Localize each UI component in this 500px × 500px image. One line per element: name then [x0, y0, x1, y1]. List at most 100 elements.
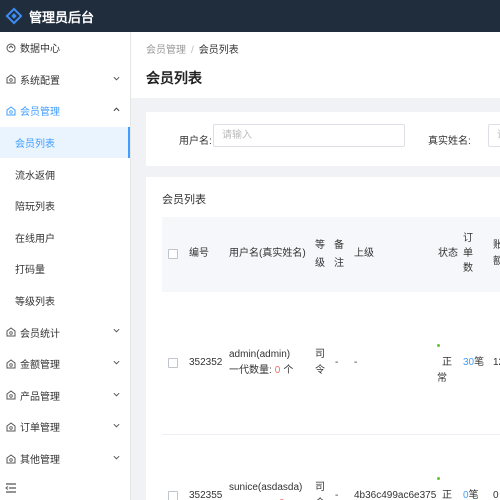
- sidebar-item-system-config[interactable]: 系统配置: [0, 64, 130, 96]
- header-remark-1: 备: [334, 240, 344, 251]
- list-title: 会员列表: [162, 194, 206, 206]
- header-account-2: 额: [493, 256, 500, 267]
- select-all-checkbox[interactable]: [168, 249, 178, 259]
- money-icon: [5, 358, 16, 369]
- sidebar-item-label: 金额管理: [20, 360, 60, 372]
- top-bar: 管理员后台: [0, 0, 500, 32]
- chevron-down-icon: [113, 392, 120, 397]
- table-row[interactable]: 352355 sunice(asdasda) 0 司 令 - 4b36c499a…: [162, 434, 500, 500]
- row-level-2: 令: [315, 365, 325, 376]
- breadcrumb: 会员管理 / 会员列表: [146, 41, 485, 56]
- row-parent: 4b36c499ac6e375: [354, 490, 437, 500]
- row-divider: [162, 434, 500, 435]
- sidebar-item-label: 数据中心: [20, 44, 60, 56]
- breadcrumb-parent[interactable]: 会员管理: [146, 45, 186, 56]
- first-gen-label: 一代数量:: [229, 365, 272, 376]
- row-first-gen: 一代数量: 0 个: [229, 364, 293, 378]
- username-input[interactable]: [213, 124, 405, 147]
- sidebar-item-member-management[interactable]: 会员管理: [0, 95, 130, 127]
- chevron-up-icon: [113, 107, 120, 112]
- sidebar-item-online-users[interactable]: 在线用户: [0, 222, 130, 254]
- header-orders-1: 订: [463, 233, 473, 244]
- header-level-1: 等: [315, 240, 325, 251]
- first-gen-count[interactable]: 0: [275, 365, 281, 376]
- sidebar-item-label: 系统配置: [20, 75, 60, 87]
- app-logo-icon: [5, 7, 23, 25]
- sidebar-item-commission[interactable]: 流水返佣: [0, 158, 130, 190]
- other-icon: [5, 453, 16, 464]
- product-icon: [5, 390, 16, 401]
- sidebar-item-label: 会员列表: [15, 139, 55, 151]
- sidebar-item-label: 其他管理: [20, 455, 60, 467]
- header-remark-2: 注: [334, 258, 344, 269]
- row-orders[interactable]: 0笔: [463, 489, 479, 500]
- sidebar-item-label: 会员统计: [20, 328, 60, 340]
- sidebar-item-label: 在线用户: [15, 233, 55, 245]
- settings-icon: [5, 74, 16, 85]
- sidebar-item-other-management[interactable]: 其他管理: [0, 443, 130, 475]
- username-label: 用户名:: [179, 136, 212, 147]
- sidebar-item-companion-list[interactable]: 陪玩列表: [0, 190, 130, 222]
- header-orders-2: 单: [463, 248, 473, 259]
- sidebar-item-member-stats[interactable]: 会员统计: [0, 316, 130, 348]
- status-dot: [437, 477, 440, 480]
- sidebar-item-label: 打码量: [15, 265, 45, 277]
- page-title: 会员列表: [146, 70, 202, 86]
- app-title: 管理员后台: [29, 9, 95, 25]
- sidebar-item-label: 等级列表: [15, 297, 55, 309]
- sidebar-item-label: 陪玩列表: [15, 202, 55, 214]
- sidebar-item-amount-management[interactable]: 金额管理: [0, 348, 130, 380]
- header-account-1: 账: [493, 240, 500, 251]
- sidebar: 数据中心 系统配置 会员管理 会员列表 流水返佣 陪玩列表 在线用户 打码量 等…: [0, 32, 131, 500]
- sidebar-item-member-list[interactable]: 会员列表: [0, 126, 130, 159]
- sidebar-item-label: 产品管理: [20, 391, 60, 403]
- header-status: 状态: [438, 248, 458, 259]
- row-status-1: 正: [442, 490, 452, 500]
- sidebar-item-order-management[interactable]: 订单管理: [0, 411, 130, 443]
- row-status-1: 正: [442, 357, 452, 368]
- header-username: 用户名(真实姓名): [229, 248, 306, 259]
- orders-unit: 笔: [474, 357, 485, 368]
- sidebar-item-data-center[interactable]: 数据中心: [0, 32, 130, 64]
- breadcrumb-current: 会员列表: [198, 45, 239, 56]
- row-level-1: 司: [315, 349, 325, 360]
- row-username: admin(admin): [229, 349, 291, 360]
- chevron-down-icon: [113, 329, 120, 333]
- row-id: 352352: [189, 357, 223, 368]
- row-orders[interactable]: 30笔: [463, 356, 484, 370]
- chevron-down-icon: [113, 76, 120, 81]
- row-checkbox[interactable]: [168, 358, 178, 368]
- chevron-down-icon: [113, 423, 120, 428]
- search-form: 用户名: 真实姓名:: [146, 112, 500, 166]
- sidebar-item-level-list[interactable]: 等级列表: [0, 285, 130, 317]
- chevron-down-icon: [113, 455, 120, 460]
- header-orders-3: 数: [463, 263, 473, 274]
- main-content: 会员管理 / 会员列表 会员列表 用户名: 真实姓名: 会员列表 编号 用户名(真实…: [131, 32, 500, 500]
- sidebar-item-product-management[interactable]: 产品管理: [0, 380, 130, 412]
- page-header: 会员管理 / 会员列表 会员列表: [131, 32, 500, 98]
- row-parent: -: [354, 357, 358, 368]
- row-username: sunice(asdasda): [229, 482, 303, 493]
- row-remark: -: [335, 357, 339, 368]
- breadcrumb-separator: /: [191, 45, 194, 56]
- row-checkbox[interactable]: [168, 491, 178, 500]
- row-id: 352355: [189, 490, 223, 500]
- first-gen-unit: 个: [283, 365, 294, 376]
- sidebar-item-betting-volume[interactable]: 打码量: [0, 253, 130, 285]
- dashboard-icon: [5, 42, 16, 53]
- row-account: 12: [493, 357, 500, 368]
- row-remark: -: [335, 490, 339, 500]
- realname-input[interactable]: [488, 124, 500, 147]
- table-row[interactable]: 352352 admin(admin) 一代数量: 0 个 司 令 - - 正 常 …: [162, 292, 500, 434]
- header-parent: 上级: [354, 248, 374, 259]
- orders-unit: 笔: [468, 490, 479, 500]
- realname-label: 真实姓名:: [428, 136, 471, 147]
- sidebar-item-label: 会员管理: [20, 107, 60, 119]
- status-dot: [437, 344, 440, 347]
- menu-collapse-icon[interactable]: [5, 482, 17, 494]
- sidebar-item-label: 流水返佣: [15, 170, 55, 182]
- orders-count[interactable]: 30: [463, 357, 474, 368]
- order-icon: [5, 421, 16, 432]
- header-id: 编号: [189, 248, 209, 259]
- row-account: 0: [493, 490, 499, 500]
